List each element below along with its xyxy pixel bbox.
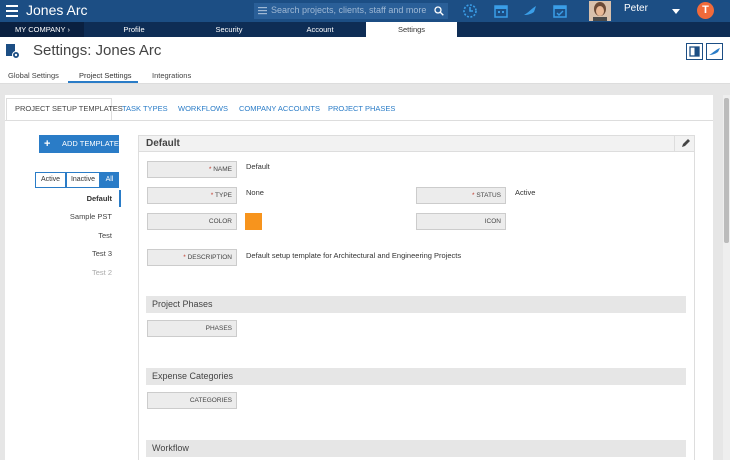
- type-value[interactable]: None: [246, 188, 264, 197]
- description-value[interactable]: Default setup template for Architectural…: [246, 251, 461, 260]
- page-title: Settings: Jones Arc: [33, 42, 162, 59]
- project-phases-section: Project Phases: [146, 296, 686, 313]
- icon-field-label: ICON: [416, 213, 506, 230]
- subtab-project-settings[interactable]: Project Settings: [79, 71, 132, 80]
- my-company-button[interactable]: MY COMPANY ›: [0, 22, 84, 37]
- brand-logo-icon[interactable]: T: [697, 2, 714, 19]
- search-input[interactable]: Search projects, clients, staff and more: [254, 3, 448, 19]
- template-item-sample-pst[interactable]: Sample PST: [70, 212, 112, 221]
- panel-header: [138, 135, 695, 152]
- expense-icon: [709, 48, 720, 55]
- menu-icon[interactable]: [6, 5, 18, 17]
- subtab-integrations[interactable]: Integrations: [152, 71, 191, 80]
- schedule-icon[interactable]: [552, 3, 568, 19]
- app-title: Jones Arc: [26, 2, 88, 18]
- phases-field-label: PHASES: [147, 320, 237, 337]
- template-item-test[interactable]: Test: [98, 231, 112, 240]
- name-field-label: * NAME: [147, 161, 237, 178]
- type-field-label: * TYPE: [147, 187, 237, 204]
- settings-page-icon: [6, 44, 20, 59]
- tab-company-accounts[interactable]: COMPANY ACCOUNTS: [239, 104, 320, 113]
- description-field-label: * DESCRIPTION: [147, 249, 237, 266]
- plus-icon: +: [44, 138, 51, 150]
- search-placeholder: Search projects, clients, staff and more: [271, 5, 427, 15]
- template-item-test-3[interactable]: Test 3: [92, 249, 112, 258]
- categories-field-label: CATEGORIES: [147, 392, 237, 409]
- subtab-global-settings[interactable]: Global Settings: [8, 71, 59, 80]
- template-item-test-2[interactable]: Test 2: [92, 268, 112, 277]
- chevron-down-icon[interactable]: [672, 9, 680, 14]
- filter-all[interactable]: All: [100, 172, 119, 188]
- workflow-section: Workflow: [146, 440, 686, 457]
- pencil-icon: [682, 139, 690, 147]
- selected-indicator: [119, 190, 121, 207]
- filter-inactive[interactable]: Inactive: [66, 172, 100, 188]
- tab-project-phases[interactable]: PROJECT PHASES: [328, 104, 395, 113]
- user-name[interactable]: Peter: [624, 3, 648, 14]
- tab-account[interactable]: Account: [274, 22, 366, 37]
- panel-toggle-button[interactable]: [686, 43, 703, 60]
- tab-divider: [5, 120, 713, 121]
- search-icon[interactable]: [434, 6, 444, 16]
- panel-title: Default: [146, 138, 180, 149]
- tab-settings[interactable]: Settings: [366, 22, 457, 37]
- scrollbar-thumb[interactable]: [724, 98, 729, 243]
- color-field-label: COLOR: [147, 213, 237, 230]
- color-swatch[interactable]: [245, 213, 262, 230]
- calendar-icon[interactable]: [493, 3, 509, 19]
- edit-button[interactable]: [674, 136, 694, 151]
- tab-workflows[interactable]: WORKFLOWS: [178, 104, 228, 113]
- template-item-default[interactable]: Default: [87, 194, 112, 203]
- split-view-icon: [689, 46, 700, 57]
- filter-active[interactable]: Active: [35, 172, 66, 188]
- tab-project-setup-templates[interactable]: PROJECT SETUP TEMPLATES: [15, 104, 123, 113]
- tab-profile[interactable]: Profile: [84, 22, 184, 37]
- expense-shortcut-button[interactable]: [706, 43, 723, 60]
- timer-icon[interactable]: [462, 3, 478, 19]
- add-template-label: ADD TEMPLATE: [62, 139, 119, 148]
- status-field-label: * STATUS: [416, 187, 506, 204]
- tab-task-types[interactable]: TASK TYPES: [122, 104, 168, 113]
- expense-icon[interactable]: [522, 3, 538, 19]
- name-value[interactable]: Default: [246, 162, 270, 171]
- avatar[interactable]: [589, 1, 611, 21]
- list-icon: [258, 7, 267, 15]
- tab-security[interactable]: Security: [184, 22, 274, 37]
- status-value[interactable]: Active: [515, 188, 535, 197]
- expense-categories-section: Expense Categories: [146, 368, 686, 385]
- add-template-button[interactable]: + ADD TEMPLATE: [39, 135, 119, 153]
